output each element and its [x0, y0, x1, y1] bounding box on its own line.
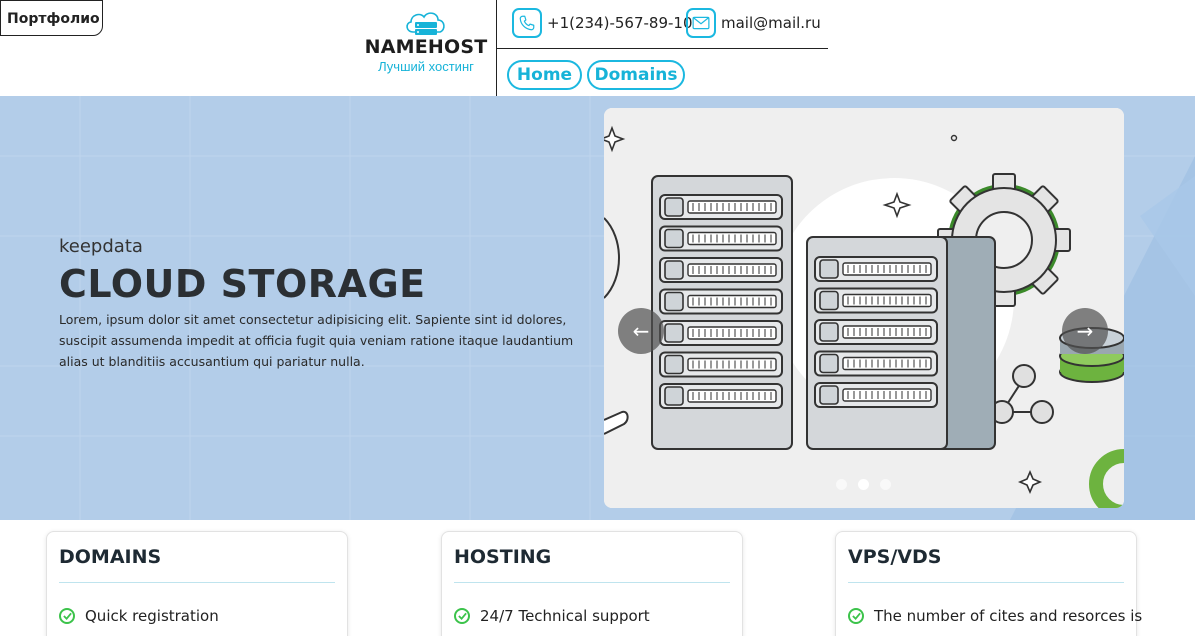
slider-next-button[interactable]: →	[1062, 308, 1108, 354]
phone-number[interactable]: +1(234)-567-89-10	[547, 14, 693, 32]
site-logo[interactable]: NAMEHOST Лучший хостинг	[364, 8, 488, 74]
card-domains: DOMAINS Quick registration	[46, 531, 348, 636]
hero-section: keepdata CLOUD STORAGE Lorem, ipsum dolo…	[0, 96, 1195, 520]
card-title: DOMAINS	[59, 546, 335, 583]
card-feature-text: The number of cites and resorces is	[874, 607, 1143, 625]
slider-pagination	[836, 479, 891, 490]
email-contact[interactable]: mail@mail.ru	[686, 6, 821, 40]
server-illustration	[604, 108, 1124, 508]
hero-description: Lorem, ipsum dolor sit amet consectetur …	[59, 312, 574, 369]
card-feature-text: 24/7 Technical support	[480, 607, 650, 625]
check-icon	[454, 608, 470, 624]
slider-dot[interactable]	[880, 479, 891, 490]
slider-dot[interactable]	[858, 479, 869, 490]
phone-icon	[512, 8, 542, 38]
check-icon	[848, 608, 864, 624]
card-feature-item: Quick registration	[59, 607, 335, 625]
header-divider-horizontal	[497, 48, 828, 49]
card-feature-item: 24/7 Technical support	[454, 607, 730, 625]
logo-tagline: Лучший хостинг	[378, 59, 474, 74]
card-title: HOSTING	[454, 546, 730, 583]
card-feature-item: The number of cites and resorces is	[848, 607, 1142, 625]
slider-dot[interactable]	[836, 479, 847, 490]
email-address[interactable]: mail@mail.ru	[721, 14, 821, 32]
nav-home-button[interactable]: Home	[507, 60, 582, 90]
nav-domains-button[interactable]: Domains	[587, 60, 685, 90]
phone-contact[interactable]: +1(234)-567-89-10	[512, 6, 693, 40]
check-icon	[59, 608, 75, 624]
card-vps-vds: VPS/VDS The number of cites and resorces…	[835, 531, 1142, 636]
hero-subtitle: keepdata	[59, 236, 143, 257]
card-feature-text: Quick registration	[85, 607, 219, 625]
logo-name: NAMEHOST	[364, 36, 488, 58]
hero-title: CLOUD STORAGE	[59, 262, 426, 306]
mail-icon	[686, 8, 716, 38]
slider-prev-button[interactable]: ←	[618, 308, 664, 354]
portfolio-button[interactable]: Портфолио	[0, 0, 103, 36]
card-hosting: HOSTING 24/7 Technical support	[441, 531, 743, 636]
cloud-server-icon	[406, 12, 445, 35]
card-title: VPS/VDS	[848, 546, 1124, 583]
hero-image-slider[interactable]	[604, 108, 1124, 508]
